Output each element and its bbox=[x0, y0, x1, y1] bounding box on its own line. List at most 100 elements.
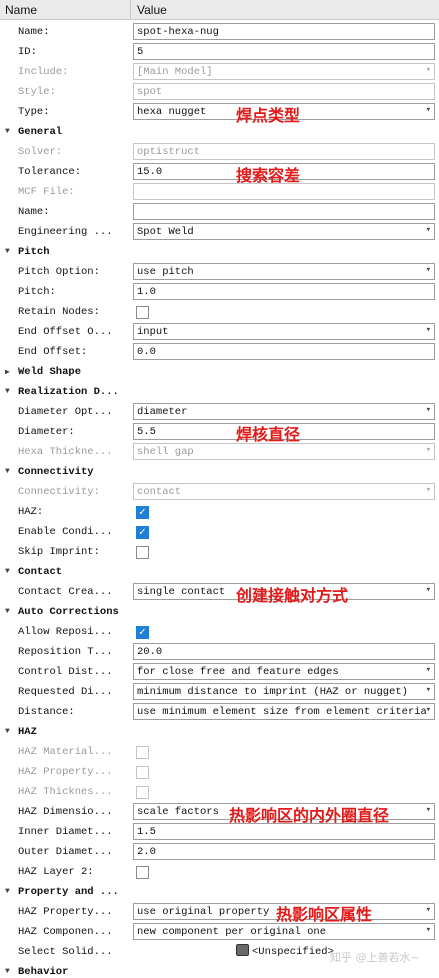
property-row[interactable]: HAZ Material... bbox=[0, 742, 439, 762]
property-row[interactable]: Allow Reposi... ✓ bbox=[0, 622, 439, 642]
value-dropdown[interactable]: use pitch ▾ bbox=[133, 263, 435, 280]
property-row[interactable]: Retain Nodes: bbox=[0, 302, 439, 322]
checkbox[interactable] bbox=[136, 306, 149, 319]
value-dropdown[interactable]: use minimum element size from element cr… bbox=[133, 703, 435, 720]
property-row[interactable]: Enable Condi... ✓ bbox=[0, 522, 439, 542]
property-row[interactable]: Outer Diamet... 2.0 bbox=[0, 842, 439, 862]
triangle-down-icon[interactable]: ▼ bbox=[5, 127, 10, 136]
checkbox bbox=[136, 786, 149, 799]
property-label: Connectivity: bbox=[18, 486, 100, 498]
triangle-down-icon[interactable]: ▼ bbox=[5, 967, 10, 976]
property-label: Tolerance: bbox=[18, 166, 82, 178]
property-row[interactable]: MCF File: bbox=[0, 182, 439, 202]
property-row[interactable]: Style: spot bbox=[0, 82, 439, 102]
column-divider[interactable] bbox=[130, 0, 131, 20]
value-field[interactable]: 0.0 bbox=[133, 343, 435, 360]
group-row[interactable]: ▼ Pitch bbox=[0, 242, 439, 262]
value-dropdown[interactable]: new component per original one ▾ bbox=[133, 923, 435, 940]
checkbox[interactable]: ✓ bbox=[136, 526, 149, 539]
chevron-down-icon[interactable]: ▾ bbox=[426, 105, 431, 115]
property-row[interactable]: End Offset O... input ▾ bbox=[0, 322, 439, 342]
value-dropdown[interactable]: Spot Weld ▾ bbox=[133, 223, 435, 240]
chevron-down-icon[interactable]: ▾ bbox=[426, 925, 431, 935]
group-row[interactable]: ▼ HAZ bbox=[0, 722, 439, 742]
property-row[interactable]: Pitch Option: use pitch ▾ bbox=[0, 262, 439, 282]
checkbox[interactable] bbox=[136, 866, 149, 879]
field-value: optistruct bbox=[137, 146, 201, 158]
chevron-down-icon[interactable]: ▾ bbox=[426, 685, 431, 695]
value-field[interactable]: spot-hexa-nug bbox=[133, 23, 435, 40]
table-header: Name Value bbox=[0, 0, 439, 20]
property-row[interactable]: ID: 5 bbox=[0, 42, 439, 62]
property-row[interactable]: Solver: optistruct bbox=[0, 142, 439, 162]
property-row[interactable]: Requested Di... minimum distance to impri… bbox=[0, 682, 439, 702]
property-row[interactable]: Type: hexa nugget ▾ bbox=[0, 102, 439, 122]
property-row[interactable]: HAZ: ✓ bbox=[0, 502, 439, 522]
group-row[interactable]: ▶ Weld Shape bbox=[0, 362, 439, 382]
group-row[interactable]: ▼ General bbox=[0, 122, 439, 142]
property-label: Style: bbox=[18, 86, 56, 98]
checkbox[interactable]: ✓ bbox=[136, 626, 149, 639]
chevron-down-icon[interactable]: ▾ bbox=[426, 905, 431, 915]
checkbox[interactable]: ✓ bbox=[136, 506, 149, 519]
property-row[interactable]: HAZ Property... bbox=[0, 762, 439, 782]
property-row[interactable]: Diameter Opt... diameter ▾ bbox=[0, 402, 439, 422]
property-row[interactable]: Hexa Thickne... shell gap ▾ bbox=[0, 442, 439, 462]
chevron-down-icon[interactable]: ▾ bbox=[426, 325, 431, 335]
property-row[interactable]: Skip Imprint: bbox=[0, 542, 439, 562]
triangle-right-icon[interactable]: ▶ bbox=[5, 367, 10, 377]
property-row[interactable]: End Offset: 0.0 bbox=[0, 342, 439, 362]
chevron-down-icon[interactable]: ▾ bbox=[426, 585, 431, 595]
checkbox[interactable] bbox=[136, 546, 149, 559]
value-field[interactable]: 20.0 bbox=[133, 643, 435, 660]
value-field[interactable]: 2.0 bbox=[133, 843, 435, 860]
triangle-down-icon[interactable]: ▼ bbox=[5, 387, 10, 396]
value-field[interactable]: 5 bbox=[133, 43, 435, 60]
group-row[interactable]: ▼ Contact bbox=[0, 562, 439, 582]
group-row[interactable]: ▼ Connectivity bbox=[0, 462, 439, 482]
value-field[interactable]: 1.0 bbox=[133, 283, 435, 300]
property-row[interactable]: Tolerance: 15.0 bbox=[0, 162, 439, 182]
triangle-down-icon[interactable]: ▼ bbox=[5, 247, 10, 256]
value-dropdown[interactable]: diameter ▾ bbox=[133, 403, 435, 420]
property-row[interactable]: Distance: use minimum element size from e… bbox=[0, 702, 439, 722]
triangle-down-icon[interactable]: ▼ bbox=[5, 467, 10, 476]
property-row[interactable]: Contact Crea... single contact ▾ bbox=[0, 582, 439, 602]
property-row[interactable]: Diameter: 5.5 bbox=[0, 422, 439, 442]
property-row[interactable]: Name: spot-hexa-nug bbox=[0, 22, 439, 42]
property-row[interactable]: HAZ Thicknes... bbox=[0, 782, 439, 802]
triangle-down-icon[interactable]: ▼ bbox=[5, 607, 10, 616]
value-dropdown[interactable]: for close free and feature edges ▾ bbox=[133, 663, 435, 680]
field-value: minimum distance to imprint (HAZ or nugg… bbox=[137, 686, 408, 698]
group-row[interactable]: ▼ Realization D... bbox=[0, 382, 439, 402]
property-label: HAZ Material... bbox=[18, 746, 113, 758]
property-row[interactable]: Control Dist... for close free and featur… bbox=[0, 662, 439, 682]
entity-selector[interactable]: <Unspecified> bbox=[236, 944, 334, 958]
watermark: 知乎 @上善若水~ bbox=[330, 951, 420, 964]
property-row[interactable]: Engineering ... Spot Weld ▾ bbox=[0, 222, 439, 242]
chevron-down-icon[interactable]: ▾ bbox=[426, 405, 431, 415]
property-row[interactable]: HAZ Layer 2: bbox=[0, 862, 439, 882]
group-row[interactable]: ▼ Auto Corrections bbox=[0, 602, 439, 622]
value-field[interactable] bbox=[133, 203, 435, 220]
chevron-down-icon[interactable]: ▾ bbox=[426, 265, 431, 275]
property-row[interactable]: HAZ Componen... new component per origina… bbox=[0, 922, 439, 942]
triangle-down-icon[interactable]: ▼ bbox=[5, 567, 10, 576]
group-row[interactable]: ▼ Property and ... bbox=[0, 882, 439, 902]
value-dropdown[interactable]: minimum distance to imprint (HAZ or nugg… bbox=[133, 683, 435, 700]
value-field: spot bbox=[133, 83, 435, 100]
property-row[interactable]: Name: bbox=[0, 202, 439, 222]
property-row[interactable]: Pitch: 1.0 bbox=[0, 282, 439, 302]
property-row[interactable]: Reposition T... 20.0 bbox=[0, 642, 439, 662]
value-dropdown[interactable]: input ▾ bbox=[133, 323, 435, 340]
property-row[interactable]: Include: [Main Model] ▾ bbox=[0, 62, 439, 82]
triangle-down-icon[interactable]: ▼ bbox=[5, 887, 10, 896]
chevron-down-icon[interactable]: ▾ bbox=[426, 665, 431, 675]
property-row[interactable]: HAZ Property... use original property ▾ bbox=[0, 902, 439, 922]
chevron-down-icon[interactable]: ▾ bbox=[426, 225, 431, 235]
chevron-down-icon[interactable]: ▾ bbox=[426, 705, 431, 715]
chevron-down-icon[interactable]: ▾ bbox=[426, 805, 431, 815]
triangle-down-icon[interactable]: ▼ bbox=[5, 727, 10, 736]
field-value: scale factors bbox=[137, 806, 219, 818]
property-row[interactable]: Connectivity: contact ▾ bbox=[0, 482, 439, 502]
